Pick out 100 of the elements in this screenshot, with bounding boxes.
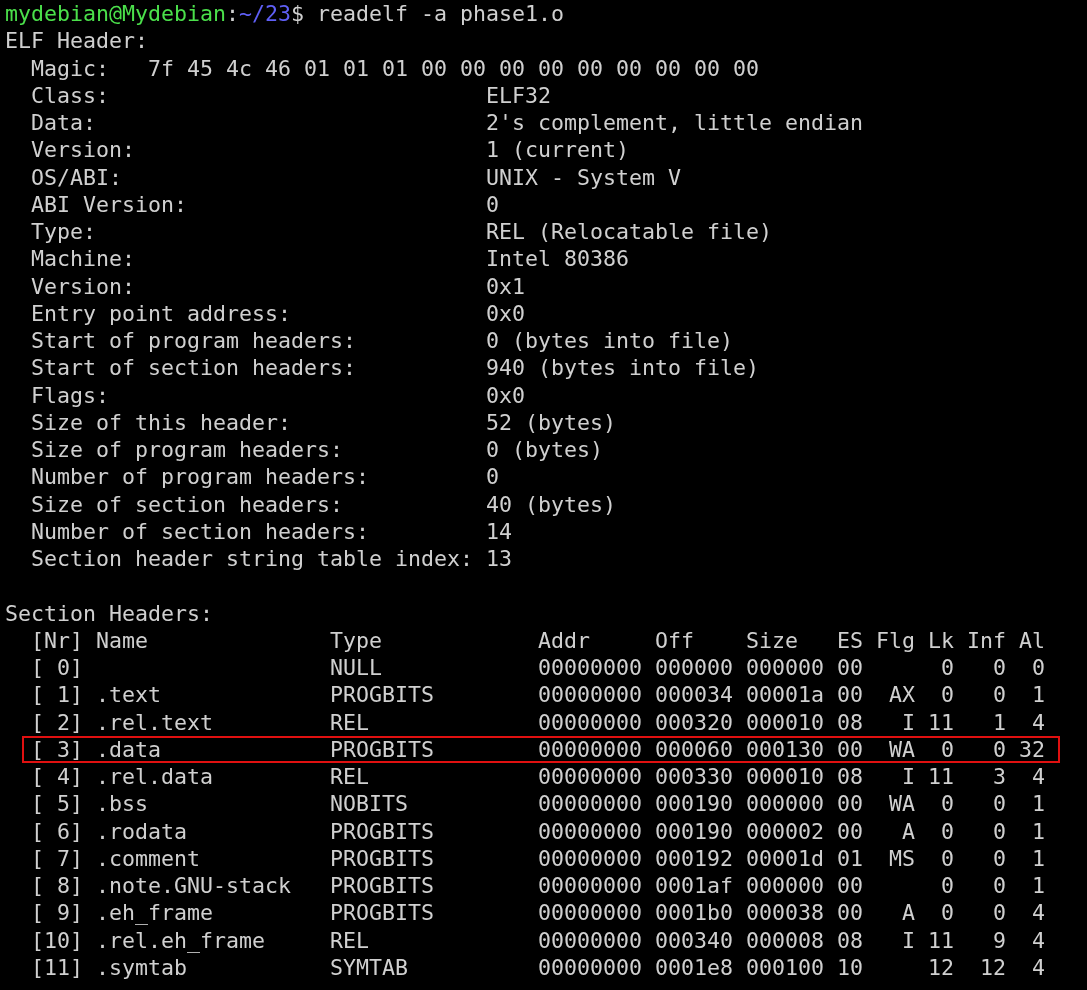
table-cell: 1 bbox=[1032, 819, 1045, 843]
table-cell: 1 bbox=[1032, 874, 1045, 898]
table-cell: 000000 bbox=[746, 656, 824, 680]
table-cell: 000008 bbox=[746, 928, 824, 952]
table-cell: AX bbox=[889, 683, 915, 707]
table-cell: .rel.eh_frame bbox=[96, 928, 265, 952]
column-header: Name bbox=[96, 628, 148, 652]
table-cell: [ 9] bbox=[31, 901, 83, 925]
table-cell: PROGBITS bbox=[330, 846, 434, 870]
table-cell: 08 bbox=[837, 765, 863, 789]
field-value: ELF32 bbox=[486, 81, 552, 109]
field-label: Magic: bbox=[31, 54, 110, 82]
prompt-symbol: $ bbox=[291, 0, 305, 28]
table-cell: WA bbox=[889, 737, 915, 761]
table-cell: 00000000 bbox=[538, 792, 642, 816]
table-cell: I bbox=[902, 765, 915, 789]
table-cell: 0 bbox=[993, 737, 1006, 761]
field-value: 0x0 bbox=[486, 381, 526, 409]
field-label: Version: bbox=[31, 136, 136, 164]
table-cell: 00 bbox=[837, 874, 863, 898]
table-cell: PROGBITS bbox=[330, 874, 434, 898]
table-cell: 0 bbox=[941, 737, 954, 761]
table-cell: 11 bbox=[928, 928, 954, 952]
column-header: Addr bbox=[538, 628, 590, 652]
table-cell: .note.GNU-stack bbox=[96, 874, 291, 898]
table-cell: 9 bbox=[993, 928, 1006, 952]
table-cell: 0001e8 bbox=[655, 955, 733, 979]
table-cell: 00 bbox=[837, 819, 863, 843]
field-label: Start of section headers: bbox=[31, 354, 357, 382]
column-header: Off bbox=[655, 628, 694, 652]
table-cell: 000330 bbox=[655, 765, 733, 789]
table-cell: 00000000 bbox=[538, 901, 642, 925]
table-cell: 4 bbox=[1032, 765, 1045, 789]
prompt-user-host: mydebian@Mydebian bbox=[5, 0, 226, 28]
section-title: ELF Header: bbox=[5, 27, 148, 55]
table-cell: PROGBITS bbox=[330, 819, 434, 843]
field-label: Size of this header: bbox=[31, 408, 292, 436]
table-cell: .data bbox=[96, 737, 161, 761]
table-cell: 1 bbox=[1032, 846, 1045, 870]
table-cell: 1 bbox=[1032, 792, 1045, 816]
table-cell: 00 bbox=[837, 792, 863, 816]
table-cell: REL bbox=[330, 710, 369, 734]
table-cell: 0 bbox=[993, 874, 1006, 898]
table-cell: 00000000 bbox=[538, 656, 642, 680]
table-cell: [ 3] bbox=[31, 737, 83, 761]
table-cell: 000190 bbox=[655, 792, 733, 816]
table-cell: 000340 bbox=[655, 928, 733, 952]
field-value: 0 (bytes) bbox=[486, 436, 604, 464]
table-cell: 3 bbox=[993, 765, 1006, 789]
table-cell: 000000 bbox=[746, 792, 824, 816]
table-cell: 00000000 bbox=[538, 846, 642, 870]
field-value: 940 (bytes into file) bbox=[486, 354, 760, 382]
table-cell: MS bbox=[889, 846, 915, 870]
table-cell: 0 bbox=[941, 901, 954, 925]
table-cell: 1 bbox=[1032, 683, 1045, 707]
table-cell: PROGBITS bbox=[330, 901, 434, 925]
column-header: Inf bbox=[967, 628, 1006, 652]
prompt-path: ~/23 bbox=[239, 0, 292, 28]
table-cell: 0 bbox=[993, 792, 1006, 816]
table-cell: 08 bbox=[837, 710, 863, 734]
command-text: readelf -a phase1.o bbox=[317, 0, 565, 28]
table-cell: .rel.text bbox=[96, 710, 213, 734]
field-label: Version: bbox=[31, 272, 136, 300]
table-cell: 000038 bbox=[746, 901, 824, 925]
table-cell: [ 0] bbox=[31, 656, 83, 680]
field-label: ABI Version: bbox=[31, 190, 188, 218]
table-cell: 4 bbox=[1032, 955, 1045, 979]
table-cell: 0 bbox=[993, 683, 1006, 707]
table-cell: PROGBITS bbox=[330, 683, 434, 707]
field-value: 0x0 bbox=[486, 299, 526, 327]
table-cell: 00000000 bbox=[538, 955, 642, 979]
prompt-separator: : bbox=[226, 0, 240, 28]
table-cell: [ 1] bbox=[31, 683, 83, 707]
table-cell: [10] bbox=[31, 928, 83, 952]
field-label: Type: bbox=[31, 218, 97, 246]
field-label: Machine: bbox=[31, 245, 136, 273]
table-cell: 00 bbox=[837, 656, 863, 680]
field-value: 14 bbox=[486, 517, 513, 545]
column-header: Al bbox=[1019, 628, 1045, 652]
table-cell: 12 bbox=[928, 955, 954, 979]
field-value: 7f 45 4c 46 01 01 01 00 00 00 00 00 00 00 00 00 bbox=[148, 54, 760, 82]
table-cell: 00000000 bbox=[538, 683, 642, 707]
table-cell: 000000 bbox=[655, 656, 733, 680]
table-cell: .eh_frame bbox=[96, 901, 213, 925]
field-value: 0 (bytes into file) bbox=[486, 327, 734, 355]
table-cell: 0 bbox=[941, 792, 954, 816]
table-cell: 00000000 bbox=[538, 819, 642, 843]
table-cell: 000000 bbox=[746, 874, 824, 898]
table-cell: .symtab bbox=[96, 955, 187, 979]
table-cell: 00000000 bbox=[538, 737, 642, 761]
table-cell: 00001d bbox=[746, 846, 824, 870]
table-cell: .comment bbox=[96, 846, 200, 870]
table-cell: [ 5] bbox=[31, 792, 83, 816]
table-cell: 000100 bbox=[746, 955, 824, 979]
field-label: Class: bbox=[31, 81, 110, 109]
table-cell: 0 bbox=[941, 846, 954, 870]
table-cell: 000190 bbox=[655, 819, 733, 843]
table-cell: A bbox=[902, 819, 915, 843]
table-cell: WA bbox=[889, 792, 915, 816]
field-label: Number of program headers: bbox=[31, 463, 370, 491]
